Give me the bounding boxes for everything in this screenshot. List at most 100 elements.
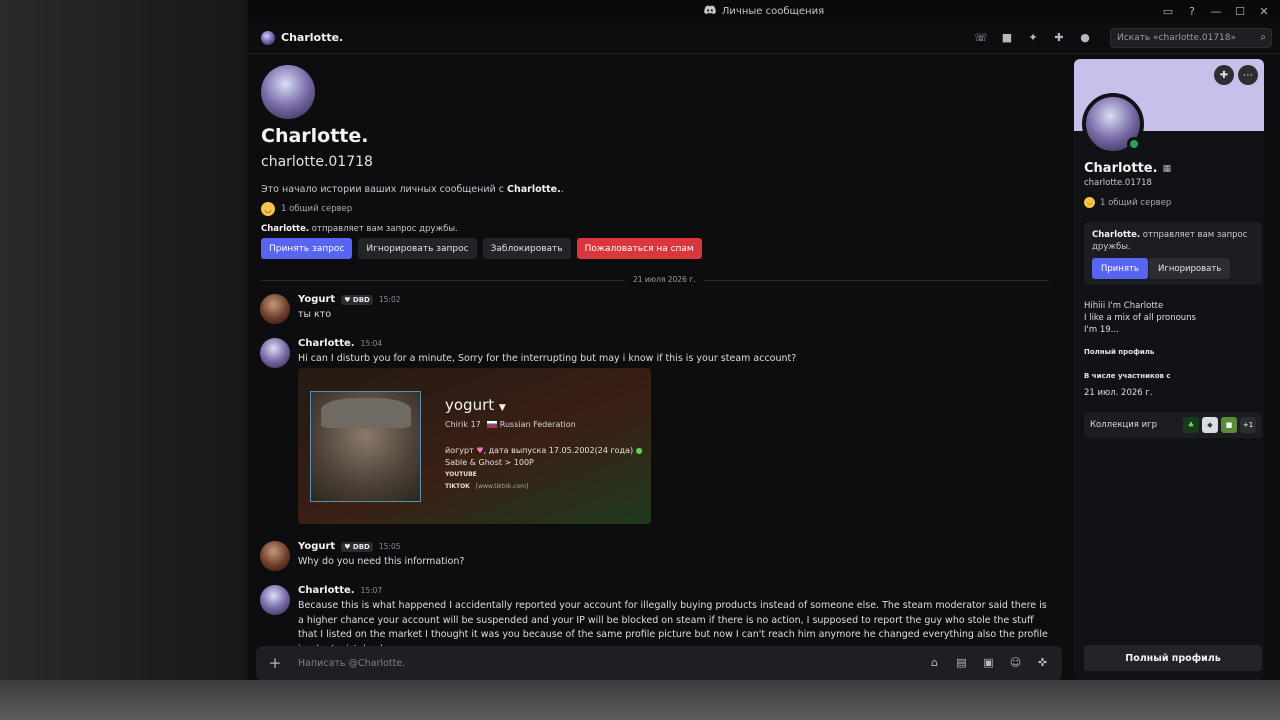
- minecraft-icon: ■: [1221, 417, 1237, 433]
- guild-tag-badge: ♥ DBD: [341, 294, 373, 305]
- avatar[interactable]: [260, 541, 290, 571]
- member-since-date: 21 июл. 2026 г.: [1084, 388, 1153, 398]
- window-title-text: Личные сообщения: [721, 5, 825, 17]
- server-icon: ◡: [1084, 197, 1095, 208]
- gif-icon[interactable]: ▤: [954, 655, 969, 670]
- avatar: [261, 65, 315, 119]
- embed-avatar-image: [310, 391, 421, 502]
- online-status-icon: [1127, 137, 1141, 151]
- member-since-label: В числе участников с: [1084, 372, 1171, 380]
- mutual-servers-text: 1 общий сервер: [281, 204, 353, 214]
- intro-description-suffix: .: [560, 184, 564, 195]
- embed-location: Chirik 17 Russian Federation: [445, 420, 576, 429]
- sticker-icon[interactable]: ▣: [981, 655, 996, 670]
- add-friend-icon[interactable]: ✚: [1050, 28, 1068, 46]
- russia-flag-icon: [486, 421, 497, 428]
- voice-call-icon[interactable]: ☏: [972, 28, 990, 46]
- add-attachment-button[interactable]: +: [268, 654, 282, 672]
- profile-friend-request: Charlotte. отправляет вам запрос дружбы.…: [1084, 222, 1262, 285]
- dm-intro: Charlotte. charlotte.01718 Это начало ис…: [261, 65, 702, 259]
- profile-display-name-text: Charlotte.: [1084, 161, 1158, 176]
- embed-username: yogurt ▼: [445, 396, 506, 414]
- add-friend-icon[interactable]: ✚: [1214, 65, 1234, 85]
- message[interactable]: Yogurt ♥ DBD 15:05 Why do you need this …: [260, 541, 1050, 571]
- apps-icon[interactable]: ✜: [1035, 655, 1050, 670]
- dm-recipient[interactable]: Charlotte.: [261, 30, 344, 45]
- search-input[interactable]: Искать «charlotte.01718» ⌕: [1110, 28, 1272, 48]
- message-timestamp: 15:04: [360, 339, 383, 348]
- gift-icon[interactable]: ⌂: [927, 655, 942, 670]
- ignore-button[interactable]: Игнорировать: [1149, 258, 1231, 279]
- guild-tag-badge: ♥ DBD: [341, 541, 373, 552]
- avatar[interactable]: [260, 338, 290, 368]
- message-timestamp: 15:02: [378, 295, 401, 304]
- accept-button[interactable]: Принять: [1092, 258, 1148, 279]
- message-composer[interactable]: + Написать @Charlotte. ⌂ ▤ ▣ ☺ ✜: [256, 646, 1062, 680]
- embed-tiktok-link[interactable]: [www.tiktok.com]: [476, 483, 528, 490]
- friend-request-actions: Принять запрос Игнорировать запрос Забло…: [261, 238, 702, 259]
- help-icon[interactable]: ?: [1182, 1, 1202, 21]
- bio-line: Hihiii I'm Charlotte: [1084, 301, 1164, 311]
- message-author[interactable]: Yogurt: [298, 541, 335, 552]
- close-button[interactable]: ✕: [1254, 1, 1274, 21]
- video-call-icon[interactable]: ■: [998, 28, 1016, 46]
- message-author[interactable]: Charlotte.: [298, 585, 355, 596]
- title-bar: Личные сообщения ▭ ? — ☐ ✕: [248, 0, 1280, 22]
- avatar[interactable]: [260, 294, 290, 324]
- tag-icon: ▦: [1162, 163, 1172, 174]
- inbox-icon[interactable]: ▭: [1158, 1, 1178, 21]
- message-input[interactable]: Написать @Charlotte.: [298, 658, 405, 669]
- full-profile-link[interactable]: Полный профиль: [1084, 348, 1154, 356]
- report-spam-button[interactable]: Пожаловаться на спам: [576, 238, 702, 259]
- message-timestamp: 15:05: [378, 542, 401, 551]
- maximize-button[interactable]: ☐: [1230, 1, 1250, 21]
- game-collection-label: Коллекция игр: [1090, 420, 1157, 430]
- mutual-servers[interactable]: ◡ 1 общий сервер: [261, 202, 702, 216]
- message-text: ты кто: [298, 309, 332, 320]
- message[interactable]: Yogurt ♥ DBD 15:02 ты кто: [260, 294, 1050, 324]
- user-profile-icon[interactable]: ●: [1076, 28, 1094, 46]
- profile-request-text: Charlotte. отправляет вам запрос дружбы.: [1092, 229, 1257, 253]
- bio-line: I like a mix of all pronouns: [1084, 313, 1196, 323]
- bio-line: I'm 19...: [1084, 325, 1119, 335]
- message-text: Why do you need this information?: [298, 556, 465, 567]
- desktop-background-left: [0, 0, 248, 720]
- search-placeholder: Искать «charlotte.01718»: [1117, 33, 1237, 43]
- steam-profile-embed[interactable]: yogurt ▼ Chirik 17 Russian Federation йог…: [298, 368, 651, 524]
- message-author[interactable]: Charlotte.: [298, 338, 355, 349]
- desktop-taskbar-area: [0, 680, 1280, 720]
- message[interactable]: Charlotte. 15:04 Hi can I disturb you fo…: [260, 338, 1050, 368]
- date-divider-label: 21 июля 2026 г.: [625, 275, 704, 284]
- badge-text: DBD: [352, 295, 370, 304]
- dm-recipient-name: Charlotte.: [281, 31, 344, 44]
- embed-bio-name: йогурт: [445, 446, 474, 455]
- embed-tiktok-label: TIKTOK: [445, 483, 470, 490]
- pin-icon[interactable]: ✦: [1024, 28, 1042, 46]
- message-timestamp: 15:07: [360, 586, 383, 595]
- composer-toolbar: ⌂ ▤ ▣ ☺ ✜: [927, 655, 1050, 670]
- channel-header: Charlotte. ☏ ■ ✦ ✚ ● Искать «charlotte.0…: [248, 22, 1280, 54]
- intro-description: Это начало истории ваших личных сообщени…: [261, 184, 702, 195]
- embed-bio-line2: Sable & Ghost > 100P: [445, 458, 534, 467]
- profile-mutual-servers[interactable]: ◡ 1 общий сервер: [1084, 197, 1171, 208]
- accept-request-button[interactable]: Принять запрос: [261, 238, 353, 259]
- ignore-request-button[interactable]: Игнорировать запрос: [358, 238, 477, 259]
- emoji-icon[interactable]: ☺: [1008, 655, 1023, 670]
- full-profile-button[interactable]: Полный профиль: [1084, 645, 1262, 671]
- game-collection[interactable]: Коллекция игр ♣ ◆ ■ +1: [1084, 412, 1262, 438]
- chevron-down-icon: ▼: [498, 403, 506, 413]
- date-divider: 21 июля 2026 г.: [261, 275, 1049, 284]
- profile-mutual-text: 1 общий сервер: [1100, 197, 1172, 208]
- friend-request-text: Charlotte. отправляет вам запрос дружбы.: [261, 224, 702, 234]
- block-button[interactable]: Заблокировать: [482, 238, 571, 259]
- embed-username-text: yogurt: [445, 396, 495, 414]
- avatar[interactable]: [260, 585, 290, 615]
- more-options-icon[interactable]: ⋯: [1238, 65, 1258, 85]
- request-text: отправляет вам запрос дружбы.: [309, 224, 458, 234]
- intro-description-name: Charlotte.: [506, 184, 561, 195]
- minimize-button[interactable]: —: [1206, 1, 1226, 21]
- message-author[interactable]: Yogurt: [298, 294, 335, 305]
- request-name: Charlotte.: [261, 224, 310, 234]
- intro-username: charlotte.01718: [261, 154, 373, 170]
- message-header: Charlotte. 15:04: [298, 338, 1050, 349]
